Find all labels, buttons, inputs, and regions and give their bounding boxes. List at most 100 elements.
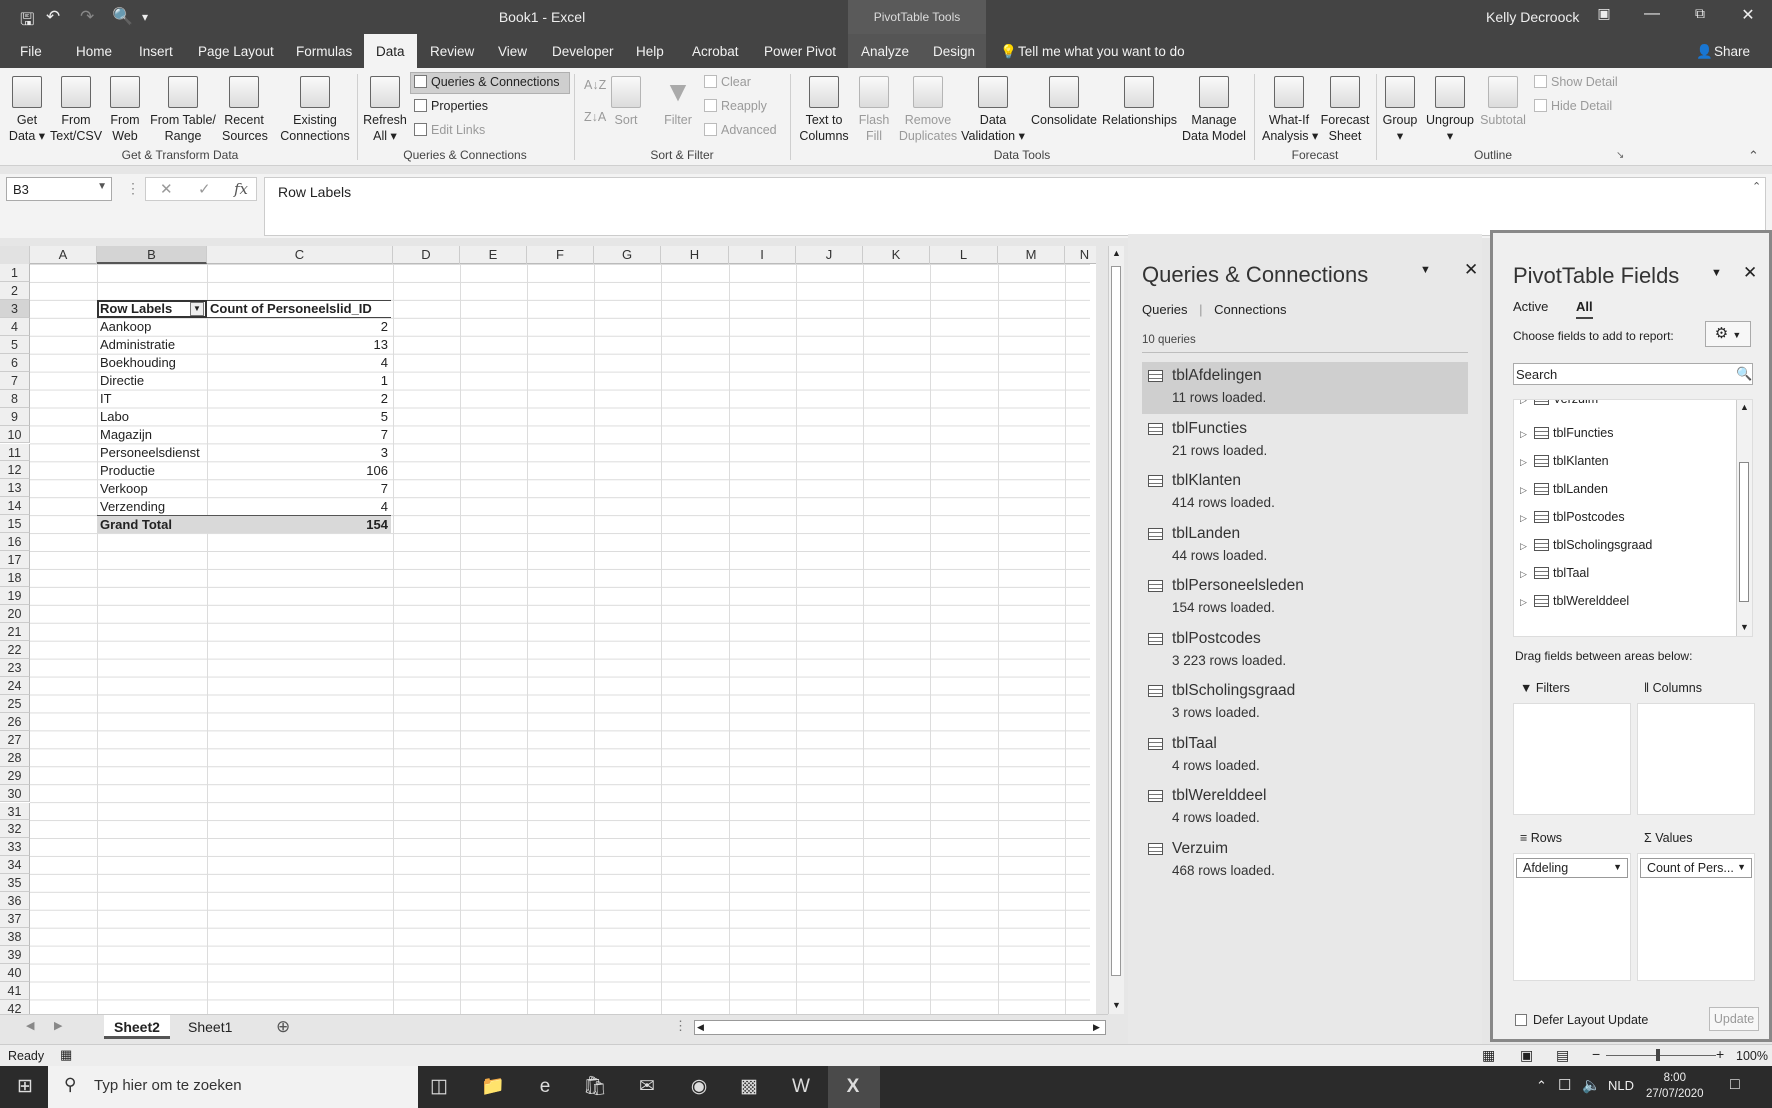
zoom-level[interactable]: 100% <box>1736 1049 1768 1063</box>
print-preview-icon[interactable]: 🔍 <box>112 7 133 27</box>
page-break-view-icon[interactable]: ▤ <box>1556 1047 1569 1064</box>
taskbar-clock[interactable]: 8:00 27/07/2020 <box>1646 1070 1704 1102</box>
macro-record-icon[interactable]: ▦ <box>60 1047 72 1063</box>
pivot-row-label[interactable]: Boekhouding <box>100 354 176 372</box>
sort-button[interactable]: Sort <box>608 76 644 128</box>
field-item[interactable]: ▷ tblKlanten <box>1520 454 1609 468</box>
user-name[interactable]: Kelly Decroock <box>1486 9 1579 25</box>
tab-help[interactable]: Help <box>636 44 664 59</box>
tab-view[interactable]: View <box>498 44 527 59</box>
word-icon[interactable]: W <box>786 1072 816 1102</box>
pivot-row-label[interactable]: Magazijn <box>100 426 152 444</box>
worksheet[interactable]: A B C D E F G H I J K L M N 1 2 3 4 5 6 7 8 9 10 1… <box>0 246 1096 1014</box>
query-item[interactable]: tblTaal 4 rows loaded. <box>1142 730 1468 782</box>
minimize-icon[interactable]: — <box>1632 5 1672 23</box>
pivot-row-label[interactable]: Labo <box>100 408 129 426</box>
row-header[interactable]: 2 <box>0 281 30 300</box>
field-item[interactable]: ▷ tblLanden <box>1520 482 1608 496</box>
col-header-i[interactable]: I <box>729 246 796 264</box>
row-header[interactable]: 23 <box>0 658 30 677</box>
row-header[interactable]: 15 <box>0 515 30 534</box>
row-header[interactable]: 1 <box>0 264 30 282</box>
tab-power-pivot[interactable]: Power Pivot <box>764 44 836 59</box>
pivot-row-label[interactable]: Verzending <box>100 498 165 516</box>
expand-arrow-icon[interactable]: ▷ <box>1520 485 1530 496</box>
pivot-row-label[interactable]: Aankoop <box>100 318 151 336</box>
pivot-row-label[interactable]: IT <box>100 390 112 408</box>
row-header[interactable]: 12 <box>0 461 30 480</box>
teams-icon[interactable]: ▩ <box>734 1072 764 1102</box>
collapse-ribbon-icon[interactable]: ⌃ <box>1748 148 1759 164</box>
query-item[interactable]: tblPostcodes 3 223 rows loaded. <box>1142 625 1468 677</box>
defer-checkbox[interactable] <box>1515 1014 1527 1026</box>
tab-home[interactable]: Home <box>76 44 112 59</box>
from-web-button[interactable]: From Web <box>108 76 142 144</box>
pane-options-icon[interactable]: ▼ <box>1420 264 1431 276</box>
field-search-input[interactable]: Search 🔍 <box>1513 363 1753 385</box>
scroll-down-icon[interactable]: ▼ <box>1112 1000 1121 1010</box>
row-header[interactable]: 22 <box>0 640 30 659</box>
notifications-icon[interactable]: □ <box>1730 1076 1740 1094</box>
pivot-row-value[interactable]: 7 <box>300 480 388 498</box>
pivot-row-value[interactable]: 7 <box>300 426 388 444</box>
row-header[interactable]: 10 <box>0 425 30 444</box>
zoom-slider-thumb[interactable] <box>1656 1049 1660 1061</box>
columns-area[interactable]: ‖ Columns <box>1637 674 1756 815</box>
row-header[interactable]: 27 <box>0 730 30 749</box>
scroll-left-icon[interactable]: ◀ <box>697 1022 704 1033</box>
chrome-icon[interactable]: ◉ <box>684 1072 714 1102</box>
expand-arrow-icon[interactable]: ▷ <box>1520 457 1530 468</box>
query-item[interactable]: Verzuim 468 rows loaded. <box>1142 835 1468 887</box>
pivot-row-label[interactable]: Verkoop <box>100 480 148 498</box>
tab-all[interactable]: All <box>1576 299 1593 319</box>
enter-icon[interactable]: ✓ <box>198 180 211 198</box>
row-header[interactable]: 21 <box>0 623 30 641</box>
row-header[interactable]: 9 <box>0 407 30 426</box>
pivot-row-value[interactable]: 3 <box>300 444 388 462</box>
windows-start-icon[interactable]: ⊞ <box>10 1072 40 1102</box>
pivot-row-value[interactable]: 106 <box>300 462 388 480</box>
row-header[interactable]: 40 <box>0 964 30 982</box>
tab-page-layout[interactable]: Page Layout <box>198 44 274 59</box>
close-icon[interactable]: ✕ <box>1728 5 1768 25</box>
row-header[interactable]: 34 <box>0 856 30 875</box>
tab-active[interactable]: Active <box>1513 299 1548 314</box>
query-item[interactable]: tblPersoneelsleden 154 rows loaded. <box>1142 572 1468 624</box>
data-validation-button[interactable]: Data Validation ▾ <box>960 76 1026 144</box>
col-header-e[interactable]: E <box>460 246 527 264</box>
queries-connections-button[interactable]: Queries & Connections <box>414 75 560 89</box>
scroll-up-icon[interactable]: ▲ <box>1112 248 1121 258</box>
col-header-n[interactable]: N <box>1065 246 1096 264</box>
query-item[interactable]: tblLanden 44 rows loaded. <box>1142 520 1468 572</box>
row-header[interactable]: 16 <box>0 533 30 552</box>
reapply-button[interactable]: Reapply <box>704 99 767 113</box>
chevron-down-icon[interactable]: ▼ <box>1613 862 1622 872</box>
expand-arrow-icon[interactable]: ▷ <box>1520 541 1530 552</box>
row-header[interactable]: 18 <box>0 569 30 588</box>
expand-arrow-icon[interactable]: ▷ <box>1520 513 1530 524</box>
edit-links-button[interactable]: Edit Links <box>414 123 485 137</box>
row-header[interactable]: 25 <box>0 694 30 713</box>
pivot-grand-total-label[interactable]: Grand Total <box>100 516 172 534</box>
expand-arrow-icon[interactable]: ▷ <box>1520 400 1530 406</box>
horizontal-scrollbar[interactable]: ◀ ▶ <box>694 1020 1106 1035</box>
pivot-row-value[interactable]: 4 <box>300 498 388 516</box>
field-item[interactable]: ▷ tblPostcodes <box>1520 510 1625 524</box>
filters-area[interactable]: ▼ Filters <box>1513 674 1632 815</box>
col-header-d[interactable]: D <box>393 246 460 264</box>
scroll-right-icon[interactable]: ▶ <box>1093 1022 1100 1033</box>
chevron-down-icon[interactable]: ▼ <box>1737 862 1746 872</box>
row-header[interactable]: 32 <box>0 820 30 839</box>
zoom-out-icon[interactable]: − <box>1592 1046 1600 1062</box>
col-header-j[interactable]: J <box>796 246 863 264</box>
language-indicator[interactable]: NLD <box>1608 1078 1634 1093</box>
vertical-scrollbar[interactable]: ▲ ▼ <box>1108 246 1124 1014</box>
tab-file[interactable]: File <box>20 44 42 59</box>
task-view-icon[interactable]: ◫ <box>424 1072 454 1102</box>
relationships-button[interactable]: Relationships <box>1102 76 1177 128</box>
pivot-row-label[interactable]: Administratie <box>100 336 175 354</box>
field-item[interactable]: ▷ tblTaal <box>1520 566 1589 580</box>
row-header[interactable]: 4 <box>0 317 30 336</box>
tab-design[interactable]: Design <box>933 44 975 59</box>
query-item[interactable]: tblScholingsgraad 3 rows loaded. <box>1142 677 1468 729</box>
